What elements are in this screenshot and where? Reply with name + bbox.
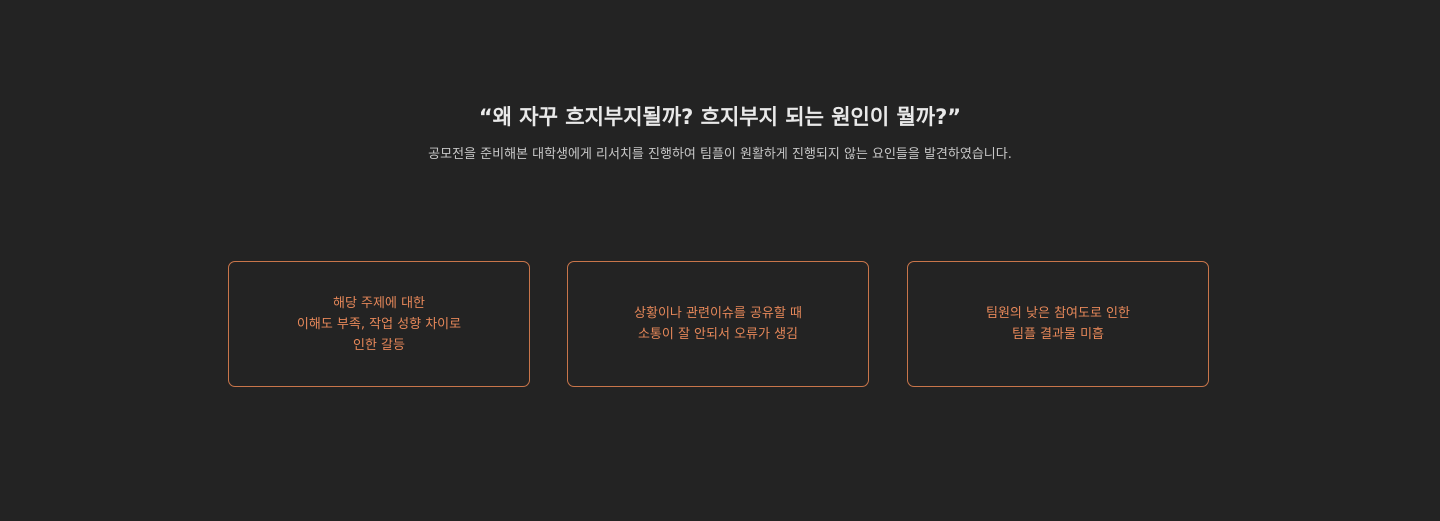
finding-card-text: 팀원의 낮은 참여도로 인한 팀플 결과물 미흡 [986,303,1130,345]
finding-card-3: 팀원의 낮은 참여도로 인한 팀플 결과물 미흡 [907,261,1209,387]
research-findings-section: “왜 자꾸 흐지부지될까? 흐지부지 되는 원인이 뭘까?” 공모전을 준비해본… [0,0,1440,521]
finding-card-line: 팀플 결과물 미흡 [1012,327,1104,342]
section-headline: “왜 자꾸 흐지부지될까? 흐지부지 되는 원인이 뭘까?” [478,105,962,129]
finding-card-line: 팀원의 낮은 참여도로 인한 [986,306,1130,321]
finding-card-2: 상황이나 관련이슈를 공유할 때 소통이 잘 안되서 오류가 생김 [567,261,869,387]
finding-card-line: 인한 갈등 [353,337,405,353]
finding-card-1: 해당 주제에 대한 이해도 부족, 작업 성향 차이로 인한 갈등 [228,261,530,387]
section-subtitle: 공모전을 준비해본 대학생에게 리서치를 진행하여 팀플이 원활하게 진행되지 … [428,147,1012,162]
finding-card-line: 소통이 잘 안되서 오류가 생김 [637,327,799,342]
finding-card-text: 상황이나 관련이슈를 공유할 때 소통이 잘 안되서 오류가 생김 [634,303,802,345]
finding-card-line: 이해도 부족, 작업 성향 차이로 [296,316,462,332]
finding-card-line: 해당 주제에 대한 [333,295,425,311]
finding-card-line: 상황이나 관련이슈를 공유할 때 [634,306,802,321]
finding-card-text: 해당 주제에 대한 이해도 부족, 작업 성향 차이로 인한 갈등 [297,293,461,356]
